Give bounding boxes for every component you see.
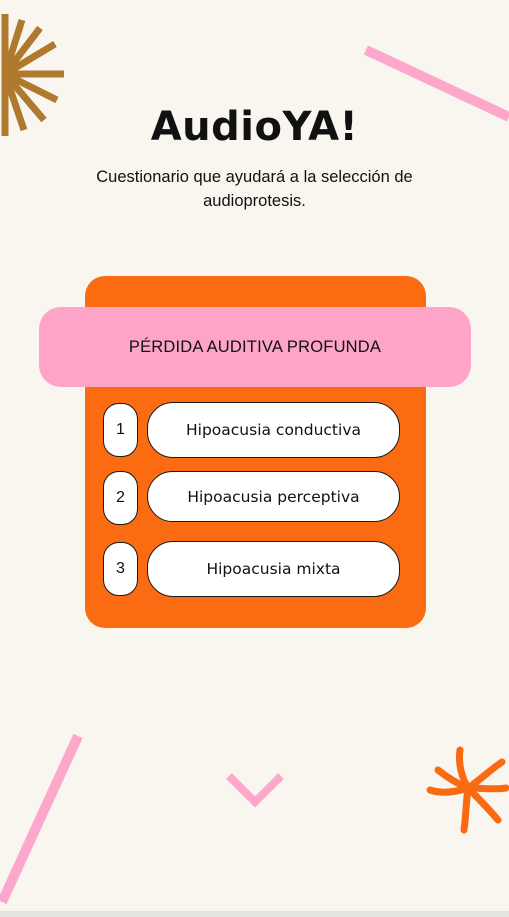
option-number-3[interactable]: 3 — [103, 542, 138, 596]
option-button-mixta[interactable]: Hipoacusia mixta — [147, 541, 400, 597]
question-banner: PÉRDIDA AUDITIVA PROFUNDA — [39, 307, 471, 387]
bottom-bar — [0, 911, 509, 917]
diagonal-line-decoration-bottom — [0, 733, 83, 905]
option-label: Hipoacusia perceptiva — [187, 487, 360, 506]
asterisk-decoration-icon — [426, 746, 509, 834]
option-number-1[interactable]: 1 — [103, 403, 138, 457]
option-button-perceptiva[interactable]: Hipoacusia perceptiva — [147, 471, 400, 522]
app-subtitle: Cuestionario que ayudará a la selección … — [96, 168, 413, 210]
option-label: Hipoacusia conductiva — [185, 421, 361, 439]
chevron-down-icon[interactable] — [224, 770, 286, 810]
question-label: PÉRDIDA AUDITIVA PROFUNDA — [128, 337, 382, 356]
option-label: Hipoacusia mixta — [206, 560, 341, 578]
option-button-conductiva[interactable]: Hipoacusia conductiva — [147, 402, 400, 458]
option-number-2[interactable]: 2 — [103, 471, 138, 525]
app-title: AudioYA! — [150, 104, 359, 150]
